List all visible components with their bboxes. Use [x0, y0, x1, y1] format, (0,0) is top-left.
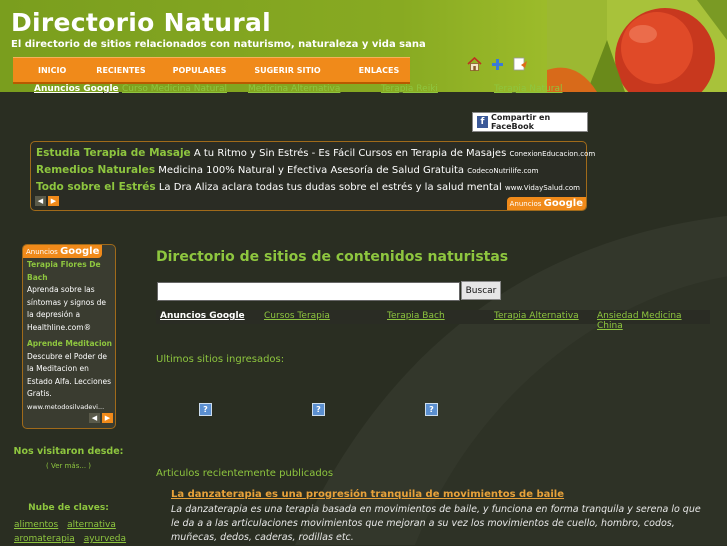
ad-link[interactable]: Ansiedad Medicina China	[597, 311, 710, 331]
sidebar-ad-url[interactable]: www.metodosilvadevi...	[27, 401, 113, 414]
search-input[interactable]	[157, 282, 460, 301]
visitors-title: Nos visitaron desde:	[13, 446, 124, 457]
prev-arrow-icon[interactable]: ◀	[35, 196, 46, 206]
vegetables-image	[547, 0, 727, 92]
ad-url[interactable]: ConexionEducacion.com	[509, 150, 595, 158]
article-link[interactable]: La danzaterapia es una progresión tranqu…	[171, 489, 564, 500]
plus-icon[interactable]	[489, 56, 505, 72]
ad-link[interactable]: Terapia Natural	[494, 84, 563, 94]
tag-link[interactable]: alimentos	[14, 520, 58, 530]
article-description: La danzaterapia es una terapia basada en…	[171, 504, 701, 543]
facebook-share-button[interactable]: f Compartir en FaceBook	[472, 112, 588, 132]
ad-box: Estudia Terapia de Masaje A tu Ritmo y S…	[30, 141, 595, 211]
nav-inicio[interactable]: INICIO	[38, 66, 66, 75]
ad-link[interactable]: Curso Medicina Natural	[122, 84, 227, 94]
see-more-link[interactable]: ( Ver más... )	[46, 462, 91, 470]
search-button[interactable]: Buscar	[461, 281, 501, 300]
ad-text: Medicina 100% Natural y Efectiva Asesorí…	[158, 165, 465, 176]
tag-cloud-title: Nube de claves:	[28, 503, 109, 513]
ad-item[interactable]: Remedios Naturales Medicina 100% Natural…	[36, 164, 538, 176]
badge-small-text: Anuncios	[509, 200, 542, 208]
sidebar-ads-badge[interactable]: Anuncios Google	[23, 245, 103, 258]
ad-link[interactable]: Terapia Reiki	[381, 84, 438, 94]
ad-title[interactable]: Todo sobre el Estrés	[36, 181, 156, 193]
page-title: Directorio de sitios de contenidos natur…	[156, 249, 509, 265]
ad-link[interactable]: Medicina Alternativa	[248, 84, 340, 94]
ad-url[interactable]: www.VidaySalud.com	[505, 184, 580, 192]
sidebar-ad-box: Anuncios Google Terapia Flores De Bach A…	[22, 244, 116, 429]
ad-item[interactable]: Todo sobre el Estrés La Dra Aliza aclara…	[36, 181, 580, 193]
sidebar-ads: Terapia Flores De Bach Aprenda sobre las…	[27, 259, 113, 413]
sidebar-ad-title[interactable]: Aprende Meditacion	[27, 338, 113, 351]
next-arrow-icon[interactable]: ▶	[48, 196, 59, 206]
ad-pager: ◀ ▶	[35, 196, 59, 206]
next-arrow-icon[interactable]: ▶	[102, 413, 113, 423]
broken-image-icon[interactable]: ?	[199, 403, 212, 416]
latest-sites-title: Ultimos sitios ingresados:	[156, 354, 285, 365]
main-nav: INICIO RECIENTES POPULARES SUGERIR SITIO…	[13, 57, 410, 84]
nav-enlaces[interactable]: ENLACES	[359, 66, 400, 75]
tag-link[interactable]: alternativa	[67, 520, 116, 530]
articles-title: Articulos recientemente publicados	[156, 468, 334, 479]
broken-image-icon[interactable]: ?	[425, 403, 438, 416]
ads-by-google-badge[interactable]: Anuncios Google	[506, 197, 586, 210]
facebook-share-label: Compartir en FaceBook	[490, 113, 551, 131]
top-icons	[466, 56, 528, 72]
ad-item[interactable]: Estudia Terapia de Masaje A tu Ritmo y S…	[36, 147, 595, 159]
ad-url[interactable]: CodecoNutrilife.com	[467, 167, 538, 175]
header: Directorio Natural El directorio de siti…	[0, 0, 727, 92]
badge-big-text: Google	[60, 246, 100, 257]
ad-title[interactable]: Estudia Terapia de Masaje	[36, 147, 191, 159]
sidebar-ad-text: Descubre el Poder de la Meditacion en Es…	[27, 351, 111, 399]
badge-big-text: Google	[543, 198, 583, 209]
ad-links-top: Anuncios Google Curso Medicina Natural M…	[0, 84, 727, 98]
prev-arrow-icon[interactable]: ◀	[89, 413, 100, 423]
site-subtitle: El directorio de sitios relacionados con…	[11, 39, 426, 50]
nav-sugerir-sitio[interactable]: SUGERIR SITIO	[254, 66, 320, 75]
tag-cloud: alimentos alternativa aromaterapia ayurv…	[14, 518, 139, 546]
facebook-icon: f	[477, 116, 488, 128]
sidebar-ad-text: Aprenda sobre las síntomas y signos de l…	[27, 285, 107, 332]
ad-links-label[interactable]: Anuncios Google	[160, 311, 245, 321]
home-icon[interactable]	[466, 56, 482, 72]
ad-links-main: Anuncios Google Cursos Terapia Terapia B…	[156, 310, 710, 331]
tag-link[interactable]: ayurveda	[84, 534, 126, 544]
ad-text: La Dra Aliza aclara todas tus dudas sobr…	[158, 182, 502, 193]
sidebar-ad-pager: ◀ ▶	[89, 413, 113, 423]
ad-links-label[interactable]: Anuncios Google	[34, 84, 119, 94]
ad-link[interactable]: Terapia Bach	[387, 311, 445, 321]
site-title: Directorio Natural	[11, 8, 272, 37]
ad-link[interactable]: Terapia Alternativa	[494, 311, 579, 321]
tag-link[interactable]: aromaterapia	[14, 534, 75, 544]
sidebar-ad-title[interactable]: Terapia Flores De Bach	[27, 259, 113, 284]
nav-populares[interactable]: POPULARES	[173, 66, 227, 75]
broken-image-icon[interactable]: ?	[312, 403, 325, 416]
ad-text: A tu Ritmo y Sin Estrés - Es Fácil Curso…	[193, 148, 507, 159]
see-more: ( Ver más... )	[0, 462, 137, 470]
nav-recientes[interactable]: RECIENTES	[96, 66, 145, 75]
badge-small-text: Anuncios	[26, 248, 58, 256]
ad-title[interactable]: Remedios Naturales	[36, 164, 155, 176]
bookmark-icon[interactable]	[512, 56, 528, 72]
ad-link[interactable]: Cursos Terapia	[264, 311, 330, 321]
